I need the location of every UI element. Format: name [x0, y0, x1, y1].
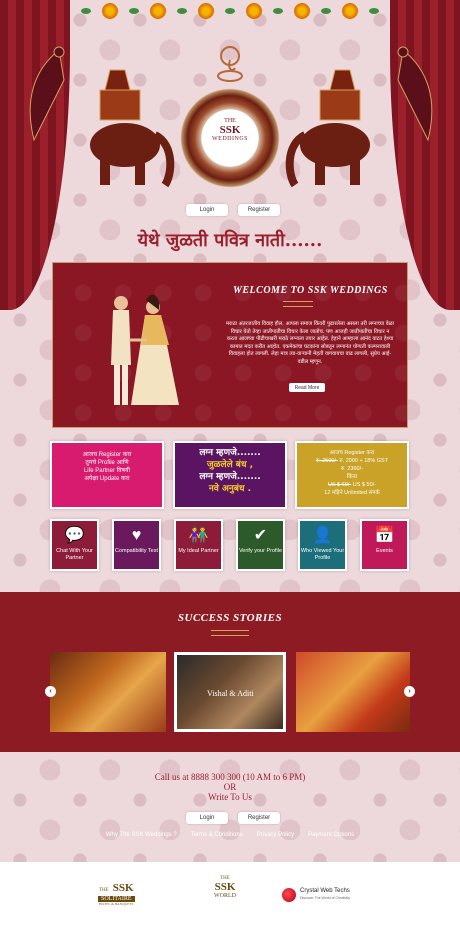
couple-icon: 👫 [188, 527, 209, 544]
contact-or: OR [223, 782, 237, 792]
contact-block: Call us at 8888 300 300 (10 AM to 6 PM) … [0, 772, 460, 802]
peacock-right-icon [397, 46, 433, 142]
tile-ideal-partner[interactable]: 👫 My Ideal Partner [174, 519, 223, 571]
ssk-world-logo[interactable]: THE SSK WORLD [214, 876, 236, 899]
title-ornament [283, 301, 313, 307]
promo3-new-price-usd: US $ 50/- [352, 482, 376, 488]
story-card-featured[interactable]: Vishal & Aditi [174, 652, 286, 732]
promo3-old-price-usd: US $ 60/- [328, 482, 352, 488]
promo2-line4: नवे अनुबंध . [208, 484, 252, 494]
promo3-old-price-inr: रु. 2500/- [315, 458, 338, 464]
crystal-logo-icon [282, 888, 296, 902]
promo3-total-inr: रु. 2360/- [341, 466, 363, 472]
tile-label: My Ideal Partner [178, 548, 219, 554]
ganesh-icon [217, 46, 243, 82]
promo-pricing[interactable]: आजच Register करा रु. 2500/- रु. 2000 + 1… [295, 441, 409, 509]
profile-icon: 👤 [312, 527, 333, 544]
story-couple-name: Vishal & Aditi [207, 689, 254, 698]
chat-icon: 💬 [64, 527, 85, 544]
write-to-us-link[interactable]: Write To Us [0, 792, 460, 802]
shield-check-icon: ✔ [253, 527, 268, 544]
tile-label: Verify your Profile [238, 548, 283, 554]
title-ornament [211, 630, 249, 636]
footer-link-payment[interactable]: Payment Options [308, 832, 354, 838]
logo-weddings: WEDDINGS [212, 136, 248, 142]
feature-tiles: 💬 Chat With Your Partner ♥ Compatibility… [50, 519, 410, 571]
logo2-name: SSK [214, 881, 236, 893]
story-card[interactable] [296, 652, 410, 732]
call-prefix: Call us at [154, 772, 189, 782]
story-card[interactable] [50, 652, 166, 732]
success-stories-title: SUCCESS STORIES [177, 612, 283, 624]
welcome-panel: WELCOME TO SSK WEDDINGS मराठा अंतरजातीय … [52, 262, 408, 428]
promo1-line1: आजच Register करा [82, 452, 132, 458]
tagline: येथे जुळती पवित्र नाती...... [137, 230, 323, 251]
header-login-button[interactable]: Login [186, 204, 228, 216]
tile-label: Compatibility Test [115, 548, 158, 554]
promo-marriage-quote[interactable]: लग्न म्हणजे....... जुळलेले बंध , लग्न म्… [173, 441, 287, 509]
promo-register-profile[interactable]: आजच Register करा तुमचे Profile आणि Life … [50, 441, 164, 509]
heart-pulse-icon: ♥ [131, 527, 142, 544]
phone-number-link[interactable]: 8888 300 300 [191, 772, 241, 782]
promo2-line2: जुळलेले बंध , [206, 460, 254, 470]
promo3-validity: 12 महिने Unlimited संपर्क [324, 490, 380, 496]
call-hours: (10 AM to 6 PM) [242, 772, 306, 782]
promo3-line1: आजच Register करा [329, 450, 375, 456]
logo-ssk: SSK [219, 124, 241, 136]
footer-login-button[interactable]: Login [186, 812, 228, 824]
header: THE SSK WEDDINGS Login Register [0, 0, 460, 310]
tile-chat[interactable]: 💬 Chat With Your Partner [50, 519, 99, 571]
header-register-button[interactable]: Register [238, 204, 280, 216]
tile-events[interactable]: 📅 Events [360, 519, 409, 571]
tile-label: Chat With Your Partner [56, 548, 93, 561]
couple-illustration-icon [111, 294, 179, 405]
crystal-web-techs-logo[interactable]: Crystal Web Techs Discover The World of … [282, 888, 382, 908]
tile-verify[interactable]: ✔ Verify your Profile [236, 519, 285, 571]
tile-label: Events [376, 548, 393, 554]
logo2-sub: WORLD [214, 893, 236, 899]
logo3-sub: Discover The World of Creativity [300, 896, 351, 900]
carousel-prev-icon[interactable]: ‹ [45, 686, 56, 697]
promo1-line4: अपेक्षा Update करा [84, 476, 130, 482]
welcome-title: WELCOME TO SSK WEDDINGS [233, 285, 388, 296]
welcome-body: मराठा अंतरजातीय विवाह हौल. आपला समाज किं… [226, 321, 394, 365]
elephant-right-icon [285, 69, 370, 188]
header-auth-row: Login Register [186, 204, 280, 216]
carousel-next-icon[interactable]: › [404, 686, 415, 697]
promo2-line3: लग्न म्हणजे....... [199, 472, 261, 482]
partner-logos-strip: THE SSK SOLITAIRE HOTEL & BANQUETS THE S… [0, 862, 460, 925]
read-more-button[interactable]: Read More [289, 383, 325, 392]
footer-link-why[interactable]: Why The SSK Weddings ? [106, 832, 177, 838]
promo2-line1: लग्न म्हणजे....... [199, 448, 261, 458]
elephant-left-icon [90, 69, 175, 188]
promo1-line2: तुमचे Profile आणि [85, 460, 129, 466]
footer-link-terms[interactable]: Terms & Conditions [191, 832, 243, 838]
tile-label: Who Viewed Your Profile [300, 548, 345, 561]
calendar-icon: 📅 [374, 527, 395, 544]
promo3-new-price-inr: रु. 2000 + 18% GST [339, 458, 389, 464]
footer-register-button[interactable]: Register [238, 812, 280, 824]
ssk-solitaire-logo[interactable]: THE SSK SOLITAIRE HOTEL & BANQUETS [98, 878, 135, 906]
peacock-left-icon [29, 46, 65, 142]
logo1-sub2: HOTEL & BANQUETS [99, 902, 134, 906]
promo3-or: किंवा [346, 474, 358, 480]
footer-link-privacy[interactable]: Privacy Policy [257, 832, 294, 838]
tile-compatibility[interactable]: ♥ Compatibility Test [112, 519, 161, 571]
footer-auth-row: Login Register [186, 812, 280, 824]
brand-logo[interactable]: THE SSK WEDDINGS [205, 118, 255, 142]
footer-links: Why The SSK Weddings ? Terms & Condition… [0, 832, 460, 838]
logo1-name: SSK [112, 882, 134, 894]
logo3-name: Crystal Web Techs [300, 888, 350, 894]
logo1-the: THE [98, 888, 109, 893]
promo1-line3: Life Partner विषयी [83, 468, 131, 474]
tile-who-viewed[interactable]: 👤 Who Viewed Your Profile [298, 519, 347, 571]
success-stories-section: SUCCESS STORIES Vishal & Aditi ‹ › [0, 592, 460, 752]
